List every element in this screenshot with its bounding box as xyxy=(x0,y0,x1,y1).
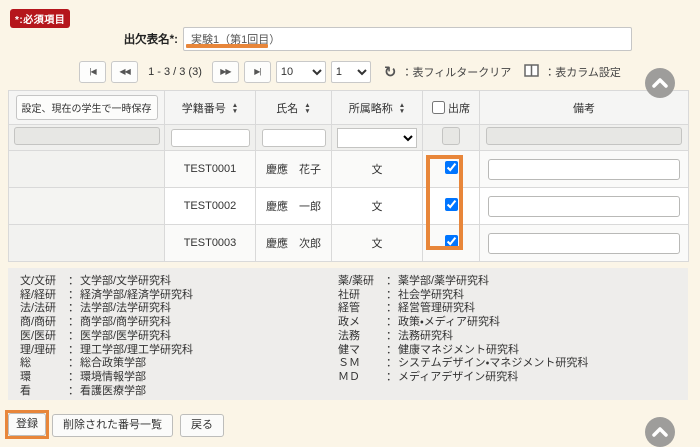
legend-item: 医/医研：医学部/医学研究科 xyxy=(20,330,193,344)
legend-item: 薬/薬研：薬学部/薬学研究科 xyxy=(338,275,588,289)
remarks-input[interactable] xyxy=(488,159,680,180)
page-number-select[interactable]: 1 xyxy=(331,61,371,83)
row-lead-cell xyxy=(9,151,165,188)
remarks-cell xyxy=(480,151,689,188)
table-row: TEST0001 慶應 花子 文 xyxy=(9,151,689,188)
remarks-header-label: 備考 xyxy=(573,103,595,115)
tool-button-cell: 設定、現在の学生で一時保存 xyxy=(9,91,165,125)
required-badge: *:必須項目 xyxy=(10,9,70,28)
register-button[interactable]: 登録 xyxy=(8,413,46,436)
remarks-input[interactable] xyxy=(488,196,680,217)
legend-item: 理/理研：理工学部/理工学研究科 xyxy=(20,344,193,358)
attendance-table: 設定、現在の学生で一時保存 学籍番号 ▲▼ 氏名 ▲▼ 所属略称 ▲▼ 出席 備考 T… xyxy=(8,90,689,262)
scroll-to-top-button[interactable] xyxy=(645,417,675,447)
row-lead-cell xyxy=(9,188,165,225)
attendance-checkbox[interactable] xyxy=(445,198,458,211)
column-header-attendance: 出席 xyxy=(423,91,480,125)
scroll-to-top-button[interactable] xyxy=(645,68,675,98)
affiliation-filter-select[interactable] xyxy=(337,128,417,148)
legend-item: 商/商研：商学部/商学研究科 xyxy=(20,316,193,330)
legend-right-column: 薬/薬研：薬学部/薬学研究科 社研：社会学研究科 経管：経営管理研究科 政メ：政… xyxy=(338,275,588,385)
student-id-cell: TEST0002 xyxy=(165,188,256,225)
student-id-header-label: 学籍番号 xyxy=(182,103,226,115)
affiliation-cell: 文 xyxy=(332,188,423,225)
attendance-header-label: 出席 xyxy=(448,103,470,115)
filter-disabled-field xyxy=(486,127,682,145)
legend-item: 経/経研：経済学部/経済学研究科 xyxy=(20,289,193,303)
student-name-cell: 慶應 一郎 xyxy=(256,188,332,225)
filter-disabled-field xyxy=(442,127,460,145)
page-size-select[interactable]: 10 xyxy=(276,61,326,83)
student-id-filter-input[interactable] xyxy=(171,129,250,147)
attendance-checkbox[interactable] xyxy=(445,235,458,248)
deleted-numbers-button[interactable]: 削除された番号一覧 xyxy=(52,414,173,437)
attendance-checkbox[interactable] xyxy=(445,161,458,174)
attendance-sheet-name-label: 出欠表名*: xyxy=(60,31,178,47)
student-id-cell: TEST0001 xyxy=(165,151,256,188)
chevron-up-icon xyxy=(652,78,668,88)
affiliation-cell: 文 xyxy=(332,151,423,188)
attendance-cell xyxy=(423,188,480,225)
row-lead-cell xyxy=(9,225,165,262)
legend-item: 経管：経営管理研究科 xyxy=(338,302,588,316)
attendance-cell xyxy=(423,151,480,188)
student-id-cell: TEST0003 xyxy=(165,225,256,262)
table-columns-icon[interactable] xyxy=(524,64,539,80)
table-filter-row xyxy=(9,125,689,151)
select-all-attendance-checkbox[interactable] xyxy=(432,101,445,114)
pager-first-button[interactable]: |◀ xyxy=(79,61,106,83)
pager-next-button[interactable]: ▶▶ xyxy=(212,61,239,83)
legend-item: 法務：法務研究科 xyxy=(338,330,588,344)
pager-toolbar: |◀ ◀◀ 1 - 3 / 3 (3) ▶▶ ▶| 10 1 ↻ ：表フィルター… xyxy=(0,60,700,83)
annotation-register-highlight: 登録 xyxy=(5,410,49,439)
column-header-affiliation[interactable]: 所属略称 ▲▼ xyxy=(332,91,423,125)
legend-item: 総：総合政策学部 xyxy=(20,357,193,371)
legend-left-column: 文/文研：文学部/文学研究科 経/経研：経済学部/経済学研究科 法/法研：法学部… xyxy=(20,275,193,398)
filter-clear-label: ：表フィルタークリア xyxy=(401,64,511,80)
table-row: TEST0002 慶應 一郎 文 xyxy=(9,188,689,225)
legend-item: ＭＤ：メディアデザイン研究科 xyxy=(338,371,588,385)
remarks-input[interactable] xyxy=(488,233,680,254)
temp-save-current-students-button[interactable]: 設定、現在の学生で一時保存 xyxy=(16,95,158,120)
legend-item: 社研：社会学研究科 xyxy=(338,289,588,303)
name-header-label: 氏名 xyxy=(276,103,298,115)
column-header-student-id[interactable]: 学籍番号 ▲▼ xyxy=(165,91,256,125)
column-config-label: ：表カラム設定 xyxy=(544,64,621,80)
remarks-cell xyxy=(480,225,689,262)
name-filter-input[interactable] xyxy=(262,129,326,147)
filter-disabled-field xyxy=(14,127,160,145)
affiliation-legend: 文/文研：文学部/文学研究科 経/経研：経済学部/経済学研究科 法/法研：法学部… xyxy=(8,268,688,400)
table-row: TEST0003 慶應 次郎 文 xyxy=(9,225,689,262)
annotation-underline xyxy=(186,44,268,48)
column-header-name[interactable]: 氏名 ▲▼ xyxy=(256,91,332,125)
student-name-cell: 慶應 花子 xyxy=(256,151,332,188)
table-header-row: 設定、現在の学生で一時保存 学籍番号 ▲▼ 氏名 ▲▼ 所属略称 ▲▼ 出席 備考 xyxy=(9,91,689,125)
sort-icon[interactable]: ▲▼ xyxy=(232,103,238,114)
sort-icon[interactable]: ▲▼ xyxy=(304,103,310,114)
legend-item: 文/文研：文学部/文学研究科 xyxy=(20,275,193,289)
legend-item: 政メ：政策・メディア研究科 xyxy=(338,316,588,330)
back-button[interactable]: 戻る xyxy=(180,414,224,437)
affiliation-header-label: 所属略称 xyxy=(349,103,393,115)
legend-item: 看：看護医療学部 xyxy=(20,385,193,399)
pager-prev-button[interactable]: ◀◀ xyxy=(111,61,138,83)
remarks-cell xyxy=(480,188,689,225)
chevron-up-icon xyxy=(652,427,668,437)
legend-item: 法/法研：法学部/法学研究科 xyxy=(20,302,193,316)
pager-last-button[interactable]: ▶| xyxy=(244,61,271,83)
student-name-cell: 慶應 次郎 xyxy=(256,225,332,262)
sort-icon[interactable]: ▲▼ xyxy=(399,103,405,114)
filter-clear-icon[interactable]: ↻ xyxy=(384,63,397,81)
legend-item: 環：環境情報学部 xyxy=(20,371,193,385)
pager-range-text: 1 - 3 / 3 (3) xyxy=(148,66,202,78)
legend-item: 健マ：健康マネジメント研究科 xyxy=(338,344,588,358)
footer-buttons: 削除された番号一覧 戻る xyxy=(52,414,224,437)
legend-item: ＳＭ：システムデザイン・マネジメント研究科 xyxy=(338,357,588,371)
attendance-cell xyxy=(423,225,480,262)
affiliation-cell: 文 xyxy=(332,225,423,262)
